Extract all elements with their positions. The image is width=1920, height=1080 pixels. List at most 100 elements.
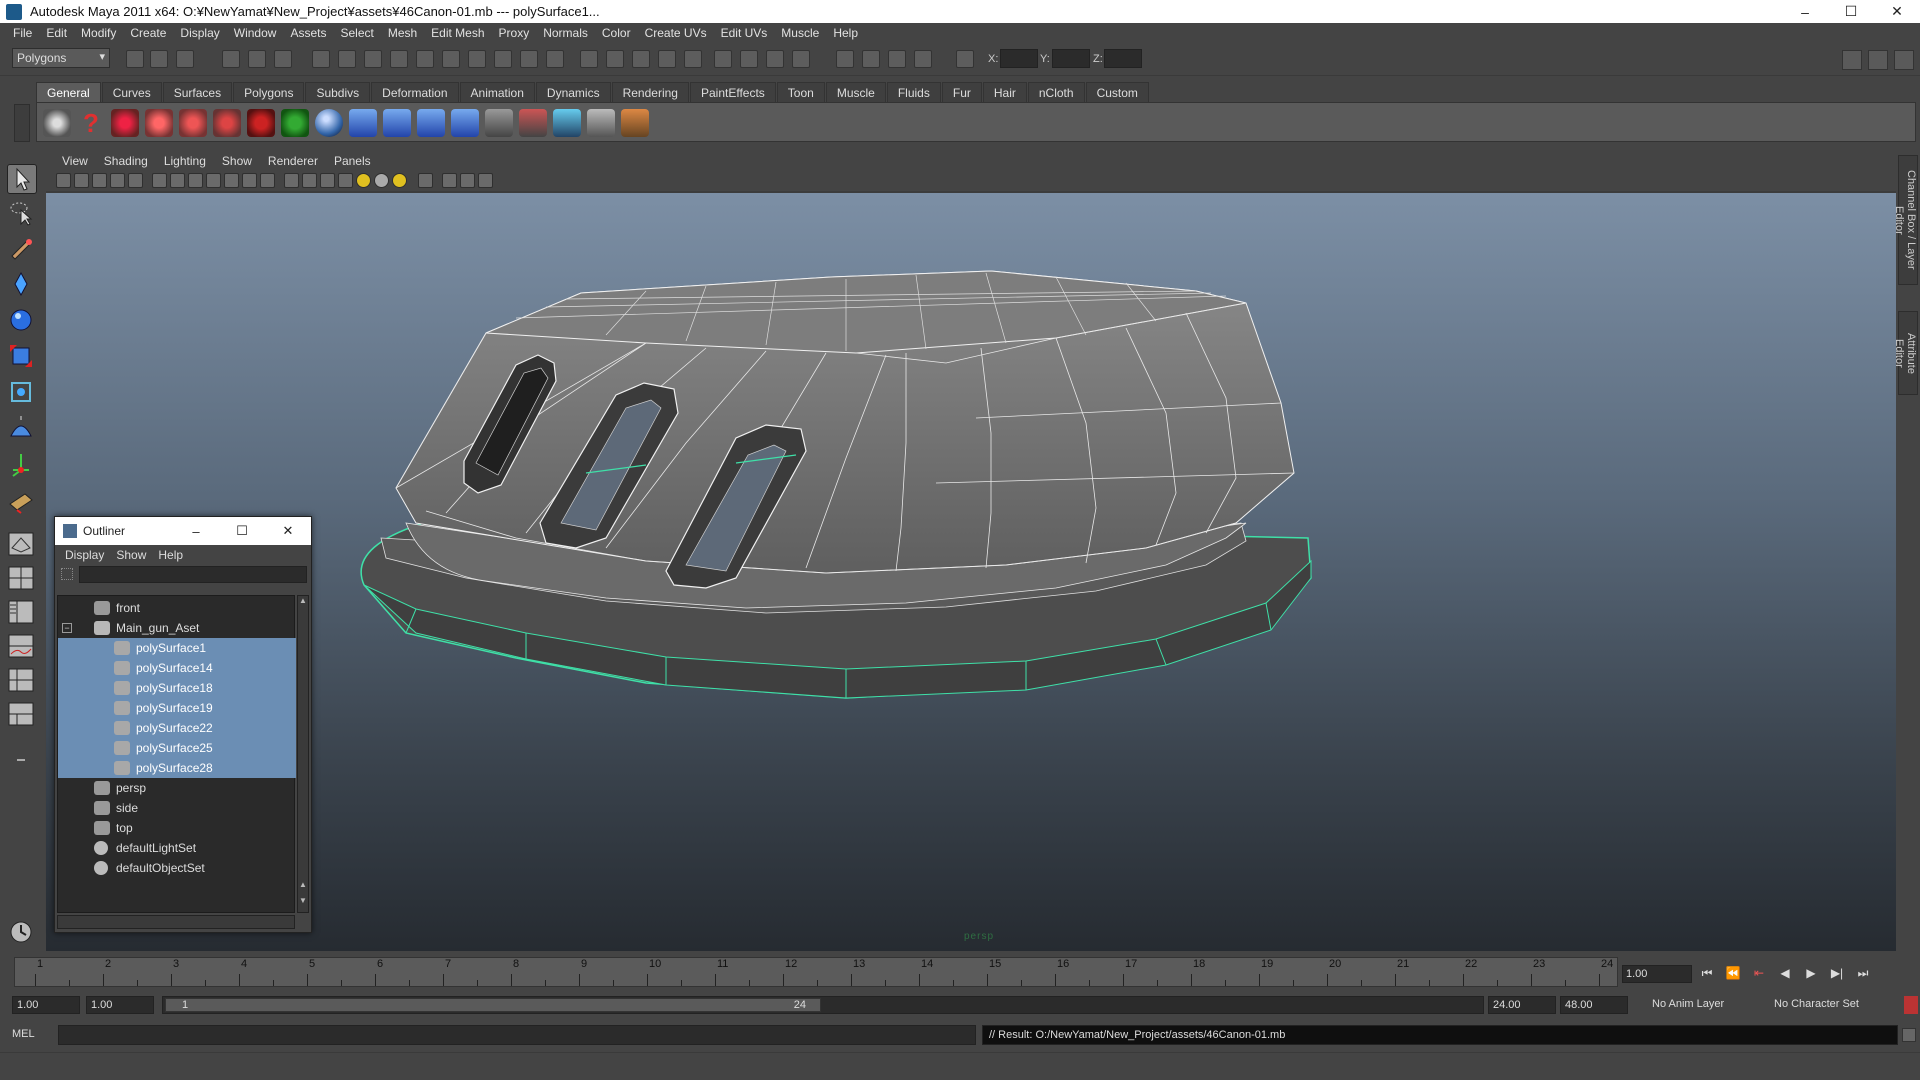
close-button[interactable]: ✕ [1874,0,1920,23]
persp-graph-layout-icon[interactable] [7,632,37,662]
absolute-transform-icon[interactable] [888,50,906,68]
paint-select-icon[interactable] [7,234,37,264]
all-lights-icon[interactable] [374,173,389,188]
outliner-row[interactable]: polySurface1 [58,638,296,658]
toggle-tool-settings-icon[interactable] [1868,50,1888,70]
shelf-tab-curves[interactable]: Curves [101,82,162,102]
menu-edit[interactable]: Edit [39,26,74,40]
tab-channel-box-layer-editor[interactable]: Channel Box / Layer Editor [1893,155,1918,285]
shelf-tab-ncloth[interactable]: nCloth [1027,82,1085,102]
help-icon[interactable]: ? [77,109,105,137]
outliner-row[interactable]: polySurface28 [58,758,296,778]
outliner-row[interactable]: side [58,798,296,818]
transform-mode-icon[interactable] [956,50,974,68]
image-plane-icon[interactable] [110,173,125,188]
open-scene-icon[interactable] [150,50,168,68]
isolate-select-icon[interactable] [418,173,433,188]
outliner-row[interactable]: − Main_gun_Aset [58,618,296,638]
menu-display[interactable]: Display [173,26,226,40]
textured-icon[interactable] [338,173,353,188]
menu-create[interactable]: Create [123,26,173,40]
render-view-icon[interactable] [836,50,854,68]
menu-edit-uvs[interactable]: Edit UVs [714,26,775,40]
move-tool-icon[interactable] [7,270,37,300]
wireframe-icon[interactable] [284,173,299,188]
select-object-icon[interactable] [248,50,266,68]
persp-outliner-layout-icon[interactable] [7,598,37,628]
shelf-tab-fur[interactable]: Fur [941,82,982,102]
menu-create-uvs[interactable]: Create UVs [638,26,714,40]
outliner-persp-layout-icon[interactable] [7,700,37,730]
outliner-row[interactable]: defaultObjectSet [58,858,296,878]
command-input[interactable] [58,1025,976,1045]
shelf-tab-painteffects[interactable]: PaintEffects [689,82,776,102]
play-backward-icon[interactable]: ◀ [1774,966,1796,982]
scroll-up-lower-icon[interactable]: ▲ [298,880,308,892]
panel-menu-panels[interactable]: Panels [326,154,379,168]
anim-layer-dropdown[interactable]: No Anim Layer [1648,996,1760,1014]
outliner-vertical-scrollbar[interactable]: ▲ ▲ ▼ [297,595,309,913]
panel-menu-renderer[interactable]: Renderer [260,154,326,168]
panel-menu-lighting[interactable]: Lighting [156,154,214,168]
history-icon[interactable] [714,50,732,68]
hypershade-icon[interactable] [43,109,71,137]
step-back-key-icon[interactable]: ⏪ [1722,966,1744,982]
xray-icon[interactable] [442,173,457,188]
outliner-row[interactable]: polySurface22 [58,718,296,738]
render-settings-icon[interactable] [792,50,810,68]
four-view-layout-icon[interactable] [7,564,37,594]
shelf-tab-surfaces[interactable]: Surfaces [162,82,233,102]
outliner-row[interactable]: polySurface14 [58,658,296,678]
shelf-tab-polygons[interactable]: Polygons [233,82,305,102]
lock-selection-icon[interactable] [520,50,538,68]
joint-icon[interactable] [349,109,377,137]
step-back-frame-icon[interactable]: ⇤ [1748,966,1770,982]
outliner-row[interactable]: polySurface18 [58,678,296,698]
outliner-row[interactable]: front [58,598,296,618]
safe-title-icon[interactable] [260,173,275,188]
sphere-icon[interactable] [315,109,343,137]
outliner-menu-help[interactable]: Help [152,548,189,562]
command-language-label[interactable]: MEL [12,1028,35,1040]
shadows-icon[interactable] [392,173,407,188]
outliner-row[interactable]: top [58,818,296,838]
safe-action-icon[interactable] [242,173,257,188]
tab-attribute-editor[interactable]: Attribute Editor [1893,311,1918,395]
select-component-icon[interactable] [274,50,292,68]
menu-color[interactable]: Color [595,26,638,40]
snap-grid-icon[interactable] [580,50,598,68]
shelf-tab-fluids[interactable]: Fluids [886,82,941,102]
default-lighting-icon[interactable] [356,173,371,188]
shelf-tab-subdivs[interactable]: Subdivs [305,82,371,102]
select-deformers-icon[interactable] [416,50,434,68]
snap-view-plane-icon[interactable] [658,50,676,68]
select-dynamics-icon[interactable] [442,50,460,68]
outliner-row[interactable]: polySurface19 [58,698,296,718]
panel-menu-shading[interactable]: Shading [96,154,156,168]
menu-mesh[interactable]: Mesh [381,26,424,40]
shelf-tab-hair[interactable]: Hair [982,82,1027,102]
playback-start-field[interactable]: 1.00 [86,996,154,1014]
shelf-tab-muscle[interactable]: Muscle [825,82,886,102]
shelf-tab-custom[interactable]: Custom [1085,82,1149,102]
paint-icon[interactable] [621,109,649,137]
outliner-close-button[interactable]: ✕ [265,517,311,545]
select-misc-icon[interactable] [494,50,512,68]
outliner-row[interactable]: polySurface25 [58,738,296,758]
lasso-tool-icon[interactable] [7,198,37,228]
menu-window[interactable]: Window [227,26,284,40]
range-handle[interactable]: 1 24 [165,998,821,1012]
shelf-menu-icon[interactable] [14,104,30,142]
shelf-tab-rendering[interactable]: Rendering [611,82,689,102]
field-chart-icon[interactable] [224,173,239,188]
panel-menu-show[interactable]: Show [214,154,260,168]
character-set-dropdown[interactable]: No Character Set [1770,996,1882,1014]
playback-end-field[interactable]: 24.00 [1488,996,1556,1014]
time-ruler[interactable]: 1 2 3 4 5 6 7 8 9 10 11 12 13 14 15 16 17 18 19 20 21 22 23 24 [14,957,1618,987]
artisan-icon[interactable] [213,109,241,137]
shelf-tab-dynamics[interactable]: Dynamics [535,82,611,102]
ipr-render-icon[interactable] [766,50,784,68]
paint-effects-icon[interactable] [179,109,207,137]
y-field[interactable] [1052,49,1090,68]
select-joints-icon[interactable] [338,50,356,68]
